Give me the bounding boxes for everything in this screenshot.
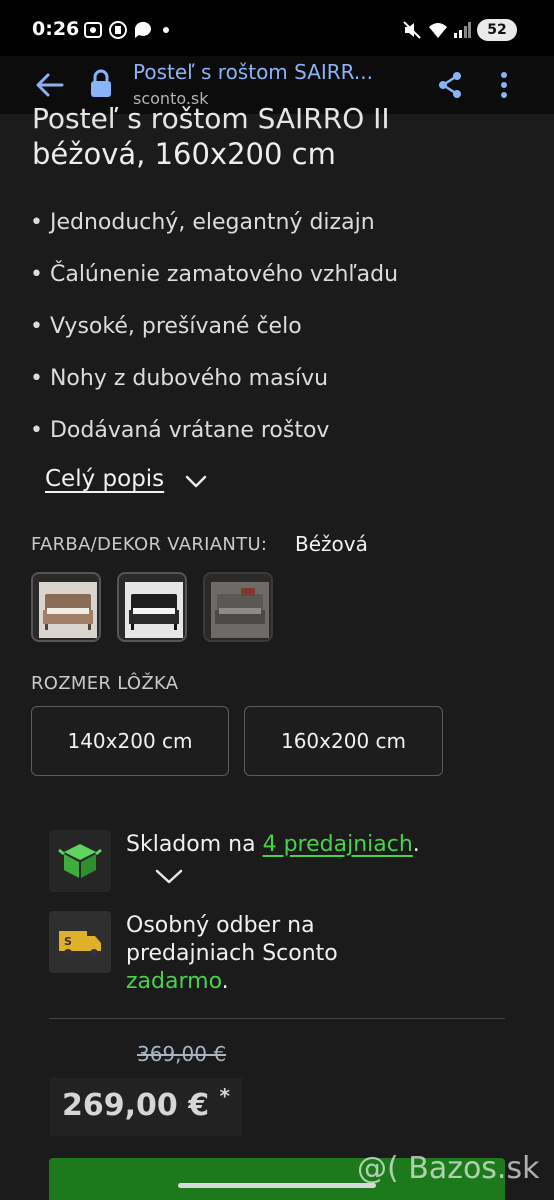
stock-availability: Skladom na 4 predajniach. xyxy=(126,832,420,857)
pickup-free: zadarmo xyxy=(126,969,222,994)
feature-item: • Jednoduchý, elegantný dizajn xyxy=(30,210,375,235)
battery-level: 52 xyxy=(487,22,507,38)
feature-item: • Dodávaná vrátane roštov xyxy=(30,418,330,443)
stock-text-end: . xyxy=(412,832,420,857)
variant-thumb-grey[interactable] xyxy=(203,572,273,642)
current-price: 269,00 € * xyxy=(62,1084,230,1123)
screenshot-icon xyxy=(84,22,102,38)
size-option-label: 140x200 cm xyxy=(67,729,193,753)
variant-thumb-beige[interactable] xyxy=(31,572,101,642)
battery-indicator: 52 xyxy=(477,19,517,41)
status-bar: 0:26 52 xyxy=(0,0,554,60)
stores-link[interactable]: 4 predajniach xyxy=(263,832,413,857)
pickup-line2: predajniach Sconto xyxy=(126,941,338,966)
variant-label: FARBA/DEKOR VARIANTU: xyxy=(31,534,268,555)
chevron-down-icon[interactable] xyxy=(154,868,184,886)
delivery-truck-icon: S xyxy=(49,911,111,973)
feature-list: • Jednoduchý, elegantný dizajn • Čalúnen… xyxy=(30,207,398,467)
mute-icon xyxy=(403,21,421,39)
size-label: ROZMER LÔŽKA xyxy=(31,673,179,694)
product-title-line1: Posteľ s roštom SAIRRO II xyxy=(32,102,390,135)
share-icon[interactable] xyxy=(436,70,464,100)
chevron-down-icon[interactable] xyxy=(184,474,208,490)
page-title[interactable]: Posteľ s roštom SAIRR... xyxy=(133,60,433,84)
price-value: 269,00 € xyxy=(62,1088,210,1123)
full-description-link[interactable]: Celý popis xyxy=(45,466,164,492)
dot-icon xyxy=(163,27,169,33)
pickup-line1: Osobný odber na xyxy=(126,913,315,938)
old-price: 369,00 € xyxy=(137,1042,227,1066)
lock-icon[interactable] xyxy=(89,69,113,99)
signal-icon xyxy=(454,22,471,38)
chat-icon xyxy=(134,21,151,38)
feature-item: • Nohy z dubového masívu xyxy=(30,366,329,391)
pickup-end: . xyxy=(221,969,229,994)
more-options-icon[interactable] xyxy=(494,70,514,100)
size-option-140x200[interactable]: 140x200 cm xyxy=(31,706,229,776)
full-description-label: Celý popis xyxy=(45,466,165,492)
status-time: 0:26 xyxy=(32,18,80,40)
watermark: @( Bazos.sk xyxy=(357,1151,540,1186)
price-asterisk: * xyxy=(219,1084,231,1108)
feature-item: • Čalúnenie zamatového vzhľadu xyxy=(30,262,399,287)
wifi-icon xyxy=(429,23,447,38)
gesture-bar[interactable] xyxy=(178,1183,376,1188)
sim-icon xyxy=(109,21,127,39)
svg-text:S: S xyxy=(64,935,72,948)
product-title-line2: béžová, 160x200 cm xyxy=(32,137,336,171)
divider xyxy=(49,1018,505,1019)
pickup-info: Osobný odber na predajniach Sconto zadar… xyxy=(126,912,338,996)
grey-bed-image xyxy=(211,582,269,638)
back-arrow-icon[interactable] xyxy=(34,71,64,99)
feature-item: • Vysoké, prešívané čelo xyxy=(30,314,302,339)
beige-bed-image xyxy=(39,582,97,638)
variant-selected-value: Béžová xyxy=(295,532,368,556)
box-icon xyxy=(49,830,111,892)
black-bed-image xyxy=(125,582,183,638)
size-option-label: 160x200 cm xyxy=(280,729,407,753)
stock-text: Skladom na xyxy=(126,832,263,857)
variant-thumb-black[interactable] xyxy=(117,572,187,642)
size-option-160x200[interactable]: 160x200 cm xyxy=(244,706,443,776)
